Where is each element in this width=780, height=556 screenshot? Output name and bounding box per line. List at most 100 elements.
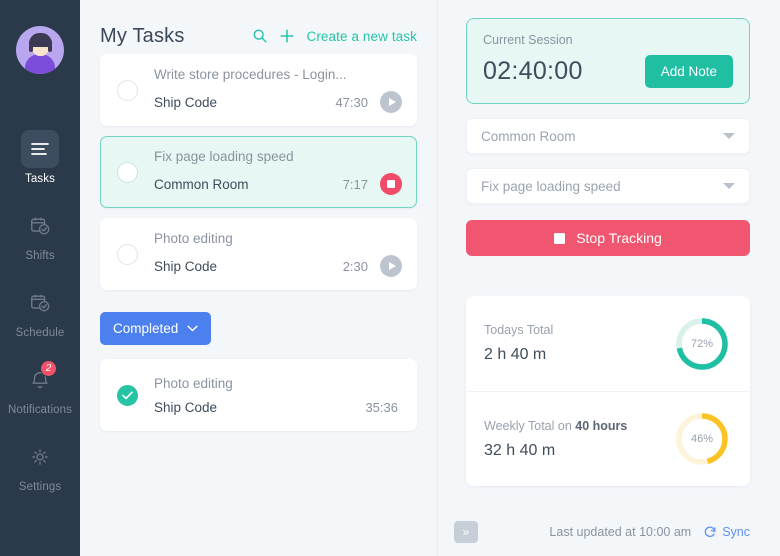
chevron-down-icon: [187, 325, 198, 332]
todays-total-row: Todays Total 2 h 40 m 72%: [466, 296, 750, 391]
page-title: My Tasks: [100, 24, 185, 47]
weekly-total-percent: 46%: [690, 433, 714, 445]
tracker-panel: Current Session 02:40:00 Add Note Common…: [437, 0, 780, 556]
sidebar-item-tasks[interactable]: Tasks: [0, 130, 80, 185]
task-select-value: Fix page loading speed: [481, 178, 621, 194]
sync-button[interactable]: Sync: [703, 525, 750, 539]
sidebar-item-schedule[interactable]: Schedule: [0, 284, 80, 339]
task-time: 2:30: [342, 258, 368, 274]
chevron-down-icon: [723, 133, 735, 139]
list-icon: [21, 130, 59, 168]
sidebar-item-shifts[interactable]: Shifts: [0, 207, 80, 262]
tasks-panel: My Tasks Create a new task Write store p…: [80, 0, 437, 556]
task-row[interactable]: Photo editing Ship Code 2:30: [100, 218, 417, 290]
weekly-total-hours: 40 hours: [575, 418, 628, 433]
completed-filter-label: Completed: [113, 321, 179, 336]
todays-total-value: 2 h 40 m: [484, 346, 547, 363]
search-icon[interactable]: [252, 28, 268, 44]
task-meta: Ship Code 47:30: [154, 91, 402, 113]
task-title: Fix page loading speed: [154, 149, 294, 164]
bell-icon: 2: [21, 360, 59, 399]
footer-bar: » Last updated at 10:00 am Sync: [454, 511, 750, 556]
task-project: Common Room: [154, 176, 249, 192]
task-meta: Ship Code 35:36: [154, 400, 402, 415]
check-icon: [122, 391, 133, 399]
avatar-body: [25, 54, 55, 74]
task-project: Ship Code: [154, 258, 218, 274]
play-icon[interactable]: [380, 91, 402, 113]
current-session-label: Current Session: [483, 33, 573, 47]
avatar-image: [16, 26, 64, 74]
create-new-task-link[interactable]: Create a new task: [306, 29, 417, 44]
plus-icon[interactable]: [279, 28, 295, 44]
task-select[interactable]: Fix page loading speed: [466, 168, 750, 204]
task-meta: Common Room 7:17: [154, 173, 402, 195]
todays-total-donut: 72%: [674, 316, 730, 372]
sidebar-item-label: Notifications: [8, 404, 72, 416]
todays-total-percent: 72%: [690, 337, 714, 350]
stop-tracking-button[interactable]: Stop Tracking: [466, 220, 750, 256]
task-time: 35:36: [365, 399, 398, 415]
task-content: Fix page loading speed Common Room 7:17: [154, 149, 402, 195]
task-project: Ship Code: [154, 399, 218, 415]
task-time: 47:30: [335, 94, 368, 110]
stop-tracking-label: Stop Tracking: [576, 230, 662, 246]
task-time: 7:17: [342, 176, 368, 192]
task-title: Photo editing: [154, 231, 233, 246]
totals-card: Todays Total 2 h 40 m 72% Weekly Total o…: [466, 296, 750, 486]
task-checkbox[interactable]: [117, 79, 138, 101]
sidebar-item-label: Tasks: [25, 173, 55, 185]
stop-icon[interactable]: [380, 173, 402, 195]
weekly-total-row: Weekly Total on 40 hours 32 h 40 m 46%: [466, 391, 750, 486]
gear-icon: [21, 438, 59, 476]
current-session-row: 02:40:00 Add Note: [483, 55, 733, 88]
todays-total-text: Todays Total 2 h 40 m: [484, 323, 553, 364]
avatar-hair: [28, 33, 52, 52]
add-note-button[interactable]: Add Note: [644, 55, 733, 88]
task-content: Write store procedures - Login... Ship C…: [154, 67, 402, 113]
weekly-total-prefix: Weekly Total on: [484, 418, 572, 433]
weekly-total-label: Weekly Total on 40 hours: [484, 419, 627, 433]
task-title: Write store procedures - Login...: [154, 67, 347, 82]
weekly-total-value: 32 h 40 m: [484, 441, 556, 459]
room-select-value: Common Room: [481, 128, 576, 144]
task-meta: Ship Code 2:30: [154, 255, 402, 277]
notification-badge: 2: [40, 360, 57, 377]
sidebar: Tasks Shifts Schedule 2 Notifications Se…: [0, 0, 80, 556]
room-select[interactable]: Common Room: [466, 118, 750, 154]
header-actions: Create a new task: [252, 28, 417, 44]
task-checkbox[interactable]: [117, 243, 138, 265]
task-content: Photo editing Ship Code 35:36: [154, 376, 402, 415]
session-timer: 02:40:00: [483, 57, 583, 85]
calendar-check-icon: [21, 207, 59, 245]
task-title: Photo editing: [154, 375, 233, 391]
last-updated-text: Last updated at 10:00 am: [549, 525, 692, 539]
sidebar-item-settings[interactable]: Settings: [0, 438, 80, 493]
sidebar-item-label: Shifts: [25, 250, 55, 262]
table-row[interactable]: Photo editing Ship Code 35:36: [100, 359, 417, 431]
current-session-card: Current Session 02:40:00 Add Note: [466, 18, 750, 104]
refresh-icon: [704, 526, 716, 538]
task-content: Photo editing Ship Code 2:30: [154, 231, 402, 277]
sync-label: Sync: [722, 525, 750, 539]
avatar[interactable]: [16, 26, 64, 74]
sidebar-item-label: Settings: [18, 481, 62, 493]
weekly-total-donut: 46%: [674, 411, 730, 467]
collapse-panel-button[interactable]: »: [454, 521, 478, 543]
task-project: Ship Code: [154, 94, 218, 110]
app-root: Tasks Shifts Schedule 2 Notifications Se…: [0, 0, 780, 556]
completed-filter-button[interactable]: Completed: [100, 312, 212, 345]
calendar-clock-icon: [21, 284, 59, 322]
task-checkbox-checked[interactable]: [117, 384, 138, 406]
todays-total-label: Todays Total: [484, 323, 554, 337]
sidebar-item-notifications[interactable]: 2 Notifications: [0, 360, 80, 416]
weekly-total-text: Weekly Total on 40 hours 32 h 40 m: [484, 419, 627, 460]
tasks-header: My Tasks Create a new task: [100, 0, 417, 54]
stop-square-icon: [554, 232, 566, 244]
sidebar-item-label: Schedule: [15, 327, 65, 339]
task-checkbox[interactable]: [117, 161, 138, 183]
chevron-down-icon: [723, 183, 735, 189]
play-icon[interactable]: [380, 255, 402, 277]
task-row[interactable]: Write store procedures - Login... Ship C…: [100, 54, 417, 126]
task-row[interactable]: Fix page loading speed Common Room 7:17: [100, 136, 417, 208]
